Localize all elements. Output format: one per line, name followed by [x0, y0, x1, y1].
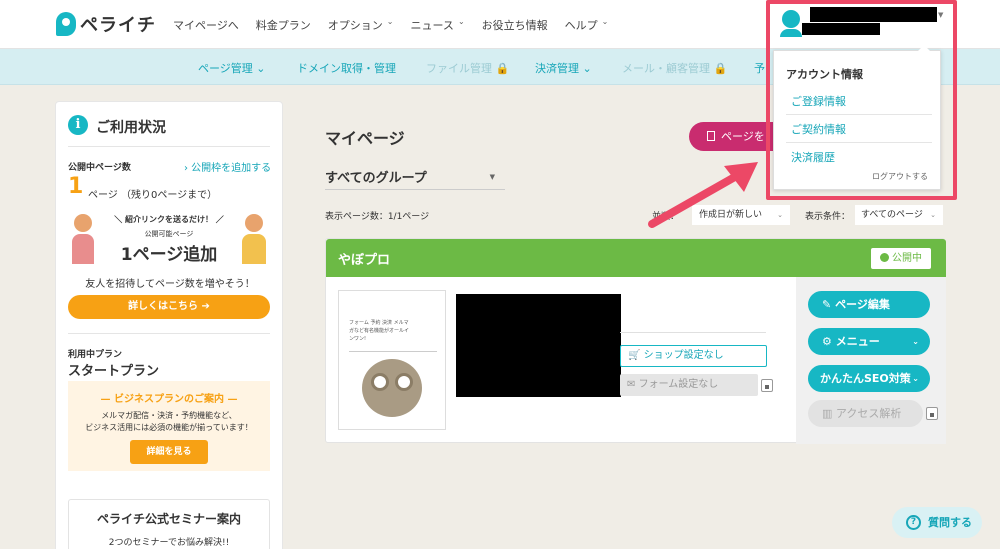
- edit-page-button[interactable]: ✎ ページ編集: [808, 291, 930, 318]
- seminar-title: ペライチ公式セミナー案内: [96, 512, 241, 526]
- status-badge: 公開中: [871, 248, 931, 269]
- subnav-page-management[interactable]: ページ管理 ⌄: [198, 60, 266, 76]
- plan-name: スタートプラン: [68, 364, 160, 379]
- page-thumbnail[interactable]: フォーム 予約 決済 メルマ ガなど有名機能がオールイ ンワン!: [338, 290, 446, 430]
- pencil-icon: ✎: [822, 298, 832, 311]
- page-card-title[interactable]: やぼプロ: [338, 249, 390, 268]
- info-icon: i: [68, 115, 88, 135]
- nav-item-5[interactable]: ヘルプ: [565, 17, 598, 33]
- banner-big: 1ページ追加: [120, 245, 218, 265]
- filter-select[interactable]: すべてのページ ⌄: [855, 205, 943, 225]
- biz-title: — ビジネスプランのご案内 —: [100, 394, 238, 405]
- subnav-files[interactable]: ファイル管理 🔒: [426, 60, 509, 76]
- analytics-label: アクセス解析: [835, 407, 902, 420]
- add-slot-link[interactable]: › 公開枠を追加する: [184, 159, 271, 174]
- edit-page-label: ページ編集: [835, 298, 890, 311]
- globe-icon: [880, 253, 889, 262]
- biz-text-2: ビジネス活用には必須の機能が揃っています！: [85, 423, 253, 432]
- details-button[interactable]: 詳しくはこちら ➔: [68, 295, 270, 319]
- page-count-label: 表示ページ数：1/1ページ: [325, 212, 430, 222]
- subnav-reservation[interactable]: 予: [754, 60, 765, 76]
- banner-small: 公開可能ページ: [144, 230, 194, 238]
- usage-title: ご利用状況: [96, 120, 166, 136]
- nav-item-3[interactable]: ニュース: [410, 17, 453, 33]
- status-label: 公開中: [892, 253, 922, 264]
- annotation-arrow: [648, 162, 758, 228]
- subnav-payments[interactable]: 決済管理 ⌄: [535, 60, 592, 76]
- form-settings-button[interactable]: ✉ フォーム設定なし: [620, 374, 758, 396]
- document-icon: [707, 131, 715, 141]
- biz-details-button[interactable]: 詳細を見る: [130, 440, 208, 464]
- mail-icon: ✉: [627, 379, 636, 390]
- highlight-box: [766, 0, 957, 200]
- filter-value: すべてのページ: [861, 210, 923, 220]
- lock-icon: [761, 379, 773, 392]
- page-info-redacted: [456, 294, 621, 397]
- chevron-down-icon: ⌄: [912, 337, 919, 346]
- referral-banner[interactable]: ＼ 紹介リンクを送るだけ！ ／ 公開可能ページ 1ページ追加: [70, 210, 268, 268]
- biz-text-1: メルマガ配信・決済・予約機能など、: [101, 411, 237, 420]
- nav-item-0[interactable]: マイページへ: [173, 17, 239, 33]
- menu-label: メニュー: [835, 335, 880, 348]
- chevron-down-icon: ⌄: [457, 17, 465, 26]
- filter-label: 表示条件：: [805, 212, 851, 222]
- chevron-down-icon: ⌄: [912, 374, 919, 383]
- chevron-down-icon: ⌄: [930, 211, 936, 219]
- chart-icon: ▥: [822, 407, 833, 420]
- nav-item-2[interactable]: オプション: [328, 17, 383, 33]
- help-label: 質問する: [928, 516, 972, 529]
- caret-down-icon: ▼: [489, 173, 495, 181]
- business-plan-box: — ビジネスプランのご案内 — メルマガ配信・決済・予約機能など、 ビジネス活用…: [68, 381, 270, 471]
- shop-settings-label: ショップ設定なし: [643, 350, 724, 361]
- seminar-text: 2つのセミナーでお悩み解決!!: [108, 538, 230, 548]
- woman-illustration-left: [72, 214, 94, 264]
- gear-icon: ⚙: [822, 335, 832, 348]
- page-title: マイページ: [325, 129, 405, 148]
- page-count: 1: [68, 174, 84, 199]
- pages-label: 公開中ページ数: [68, 163, 131, 173]
- subnav-domain[interactable]: ドメイン取得・管理: [297, 60, 396, 76]
- seo-button[interactable]: かんたんSEO対策 ⌄: [808, 365, 930, 392]
- shop-settings-button[interactable]: 🛒 ショップ設定なし: [620, 345, 767, 367]
- question-icon: ?: [906, 515, 921, 530]
- page-count-suffix: ページ （残り0ページまで）: [88, 190, 218, 201]
- analytics-button[interactable]: ▥ アクセス解析: [808, 400, 923, 427]
- brand-name: ペライチ: [80, 15, 156, 36]
- form-settings-label: フォーム設定なし: [638, 379, 719, 390]
- chevron-down-icon: ⌄: [386, 17, 394, 26]
- woman-illustration-right: [242, 214, 266, 264]
- subnav-mail[interactable]: メール・顧客管理 🔒: [622, 60, 727, 76]
- brand-logo[interactable]: ペライチ: [56, 11, 156, 37]
- nav-item-4[interactable]: お役立ち情報: [482, 17, 548, 33]
- banner-top: ＼ 紹介リンクを送るだけ！ ／: [114, 215, 224, 224]
- top-nav: マイページへ 料金プラン オプション ⌄ ニュース ⌄ お役立ち情報 ヘルプ ⌄: [173, 17, 608, 33]
- new-page-label: ページを: [721, 130, 765, 143]
- help-button[interactable]: ? 質問する: [892, 507, 982, 538]
- group-select-value: すべてのグループ: [325, 171, 427, 186]
- chevron-down-icon: ⌄: [601, 17, 609, 26]
- logo-mark-icon: [56, 12, 76, 36]
- seminar-box[interactable]: ペライチ公式セミナー案内 2つのセミナーでお悩み解決!!: [68, 499, 270, 549]
- page-card-header: やぼプロ 公開中: [326, 239, 946, 277]
- owl-logo-icon: [357, 359, 427, 419]
- seo-label: かんたんSEO対策: [820, 372, 911, 385]
- usage-panel: i ご利用状況 公開中ページ数 › 公開枠を追加する 1 ページ （残り0ページ…: [55, 101, 283, 549]
- group-select[interactable]: すべてのグループ ▼: [325, 167, 505, 190]
- menu-button[interactable]: ⚙ メニュー ⌄: [808, 328, 930, 355]
- invite-text: 友人を招待してページ数を増やそう！: [85, 279, 255, 290]
- nav-item-1[interactable]: 料金プラン: [256, 17, 311, 33]
- chevron-down-icon: ⌄: [777, 211, 783, 219]
- plan-label: 利用中プラン: [68, 350, 123, 360]
- lock-icon: [926, 407, 938, 420]
- cart-icon: 🛒: [628, 350, 641, 361]
- thumb-text: フォーム 予約 決済 メルマ ガなど有名機能がオールイ ンワン!: [349, 320, 410, 342]
